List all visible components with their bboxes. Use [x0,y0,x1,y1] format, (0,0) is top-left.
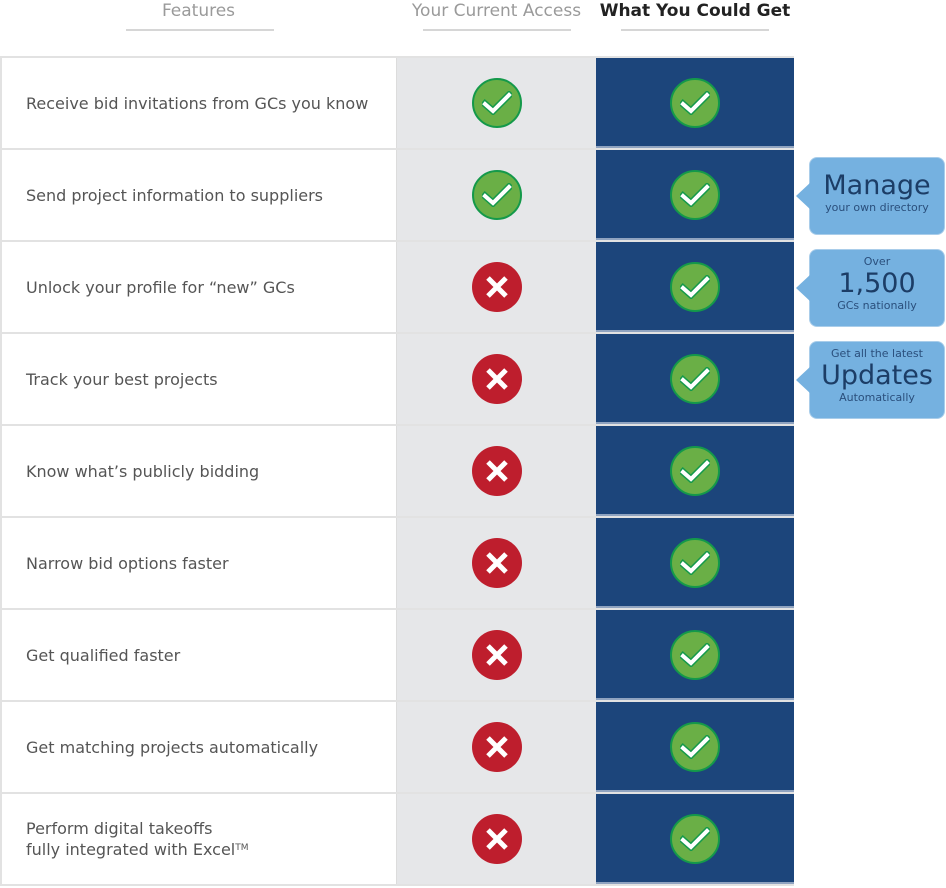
could-get-cell [596,518,794,608]
check-icon [670,354,720,404]
header-features: Features [0,0,397,32]
callout-bubble: Over 1,500 GCs nationally [796,250,944,326]
feature-cell: Perform digital takeoffs fully integrated… [0,794,396,884]
callout-bubble: Manage your own directory [796,158,944,234]
current-access-cell [396,426,596,516]
feature-label: Know what’s publicly bidding [26,461,260,481]
feature-cell: Track your best projects [0,334,396,424]
callout-bottom-text: GCs nationally [837,299,917,312]
could-get-cell [596,58,794,148]
feature-cell: Send project information to suppliers [0,150,396,240]
could-get-cell [596,242,794,332]
header-underline [621,29,769,31]
check-icon [670,446,720,496]
feature-label: Perform digital takeoffs [26,819,213,838]
feature-label: fully integrated with ExcelTM [26,840,249,859]
table-row: Receive bid invitations from GCs you kno… [0,58,794,150]
table-row: Unlock your profile for “new” GCs [0,242,794,334]
current-access-cell [396,702,596,792]
callout-top-text: Over [863,255,891,268]
could-get-cell [596,794,794,884]
could-get-cell [596,334,794,424]
could-get-cell [596,426,794,516]
header-could-get-label: What You Could Get [599,1,791,21]
feature-cell: Know what’s publicly bidding [0,426,396,516]
current-access-cell [396,518,596,608]
feature-label: Get matching projects automatically [26,737,319,757]
feature-label: Narrow bid options faster [26,553,229,573]
comparison-table: Receive bid invitations from GCs you kno… [0,56,794,886]
table-row: Get qualified faster [0,610,794,702]
table-row: Send project information to suppliers [0,150,794,242]
feature-label: Track your best projects [26,369,218,389]
cross-icon [471,538,522,588]
check-icon [670,722,720,772]
table-row: Track your best projects [0,334,794,426]
current-access-cell [396,242,596,332]
feature-label: Send project information to suppliers [26,185,324,205]
trademark-mark: TM [235,843,249,853]
current-access-cell [396,150,596,240]
cross-icon [471,354,522,404]
check-icon [670,538,720,588]
callout-headline: 1,500 [838,268,916,299]
could-get-cell [596,610,794,700]
cross-icon [471,446,522,496]
feature-cell: Unlock your profile for “new” GCs [0,242,396,332]
current-access-cell [396,610,596,700]
callout-top-text: Get all the latest [831,347,923,360]
check-icon [471,78,522,128]
check-icon [471,170,522,220]
feature-cell: Get qualified faster [0,610,396,700]
check-icon [670,630,720,680]
check-icon [670,814,720,864]
header-current-access: Your Current Access [397,0,596,32]
check-icon [670,262,720,312]
current-access-cell [396,794,596,884]
table-row: Know what’s publicly bidding [0,426,794,518]
feature-label: Unlock your profile for “new” GCs [26,277,295,297]
check-icon [670,78,720,128]
could-get-cell [596,702,794,792]
callout-bottom-text: your own directory [825,201,929,214]
could-get-cell [596,150,794,240]
feature-cell: Receive bid invitations from GCs you kno… [0,58,396,148]
feature-label: Receive bid invitations from GCs you kno… [26,93,369,113]
callout-bubble: Get all the latest Updates Automatically [796,342,944,418]
header-features-label: Features [161,1,236,21]
callout-bottom-text: Automatically [839,391,915,404]
table-row: Narrow bid options faster [0,518,794,610]
cross-icon [471,262,522,312]
header-could-get: What You Could Get [596,0,794,32]
cross-icon [471,722,522,772]
feature-label: Get qualified faster [26,645,181,665]
feature-cell: Get matching projects automatically [0,702,396,792]
header-underline [423,29,571,31]
cross-icon [471,814,522,864]
table-row: Get matching projects automatically [0,702,794,794]
callout-headline: Manage [823,170,931,201]
table-row: Perform digital takeoffs fully integrated… [0,794,794,886]
current-access-cell [396,334,596,424]
header-underline [126,29,274,31]
callout-headline: Updates [821,360,933,391]
current-access-cell [396,58,596,148]
header-current-access-label: Your Current Access [411,1,582,21]
check-icon [670,170,720,220]
feature-cell: Narrow bid options faster [0,518,396,608]
cross-icon [471,630,522,680]
